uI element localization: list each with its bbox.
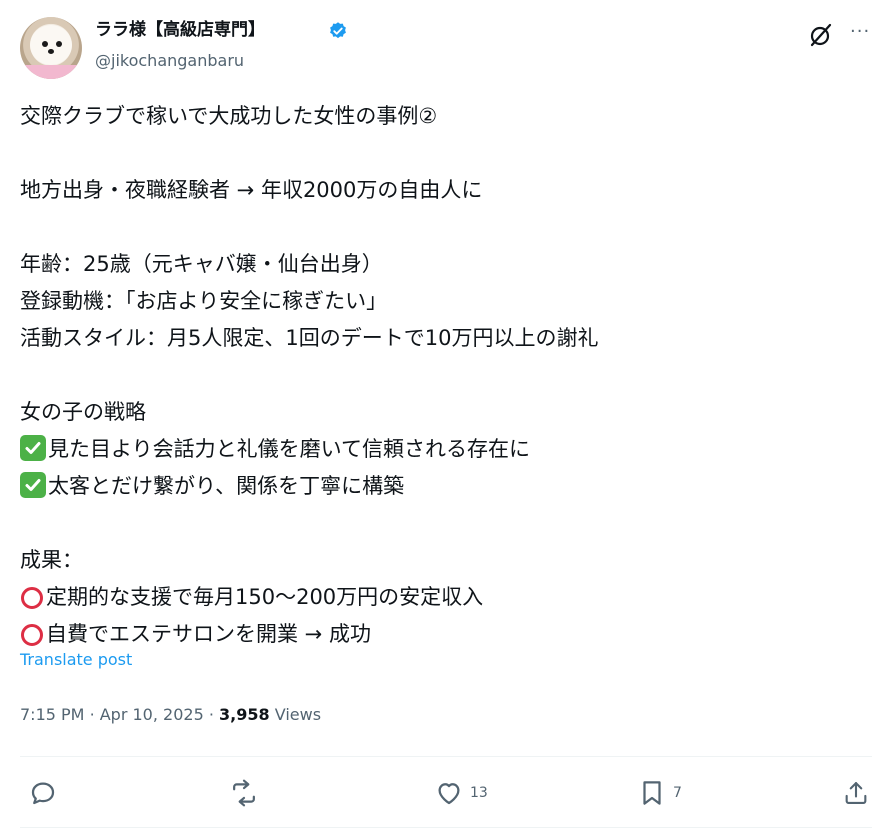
check-mark-icon	[20, 472, 46, 498]
reply-button[interactable]	[28, 778, 64, 808]
meta-separator: ·	[89, 705, 100, 724]
red-circle-icon	[21, 624, 43, 646]
post-line-circle: 定期的な支援で毎月150〜200万円の安定収入	[20, 579, 880, 616]
avatar-nose	[48, 49, 54, 54]
author-handle[interactable]: @jikochanganbaru	[95, 50, 244, 72]
post-line-check: 見た目より会話力と礼儀を磨いて信頼される存在に	[20, 431, 880, 468]
post-time[interactable]: 7:15 PM	[20, 705, 84, 724]
post-line: 活動スタイル：月5人限定、1回のデートで10万円以上の謝礼	[20, 326, 599, 350]
divider	[20, 756, 872, 757]
post-text: 交際クラブで稼いで大成功した女性の事例② 地方出身・夜職経験者 → 年収2000…	[20, 98, 880, 653]
more-options-icon[interactable]: ···	[850, 20, 870, 44]
repost-icon	[233, 779, 255, 807]
bookmark-icon	[643, 781, 661, 805]
avatar-eye	[56, 41, 62, 47]
bookmark-button[interactable]: 7	[637, 778, 682, 808]
post-line: 女の子の戦略	[20, 400, 146, 424]
red-circle-icon	[21, 587, 43, 609]
post-line-text: 見た目より会話力と礼儀を磨いて信頼される存在に	[48, 437, 530, 461]
translate-post-link[interactable]: Translate post	[20, 649, 132, 671]
post-line-check: 太客とだけ繋がり、関係を丁寧に構築	[20, 468, 880, 505]
post-line-text: 自費でエステサロンを開業 → 成功	[46, 622, 371, 646]
avatar-image	[30, 25, 72, 65]
post-line-text: 太客とだけ繋がり、関係を丁寧に構築	[48, 474, 405, 498]
post-line: 年齢：25歳（元キャバ嬢・仙台出身）	[20, 252, 383, 276]
post-line: 登録動機：「お店より安全に稼ぎたい」	[20, 289, 388, 313]
like-button[interactable]: 13	[434, 778, 488, 808]
post-metadata: 7:15 PM · Apr 10, 2025 · 3,958 Views	[20, 704, 321, 726]
post-line-circle: 自費でエステサロンを開業 → 成功	[20, 616, 880, 653]
divider	[20, 827, 872, 828]
views-label: Views	[274, 705, 322, 724]
post-line-blank	[20, 209, 880, 246]
post-line: 交際クラブで稼いで大成功した女性の事例②	[20, 104, 438, 128]
post-line-blank	[20, 505, 880, 542]
bookmark-count: 7	[673, 785, 682, 801]
repost-button[interactable]	[228, 778, 266, 808]
post-date[interactable]: Apr 10, 2025	[100, 705, 204, 724]
post-line-blank	[20, 135, 880, 172]
verified-badge-icon[interactable]	[328, 21, 348, 41]
post-line: 成果：	[20, 548, 83, 572]
avatar[interactable]	[20, 17, 82, 79]
share-icon	[845, 782, 867, 804]
avatar-blanket	[20, 65, 82, 79]
meta-separator: ·	[208, 705, 220, 724]
post-line-text: 定期的な支援で毎月150〜200万円の安定収入	[46, 585, 484, 609]
share-button[interactable]	[842, 778, 870, 808]
author-display-name[interactable]: ララ様【高級店専門】	[95, 18, 265, 42]
heart-icon	[438, 783, 460, 805]
post-line-blank	[20, 357, 880, 394]
views-count: 3,958	[219, 705, 270, 724]
like-count: 13	[470, 785, 488, 801]
post-line: 地方出身・夜職経験者 → 年収2000万の自由人に	[20, 178, 483, 202]
check-mark-icon	[20, 435, 46, 461]
avatar-eye	[42, 41, 48, 47]
grok-icon[interactable]	[808, 22, 834, 48]
reply-icon	[31, 782, 55, 805]
